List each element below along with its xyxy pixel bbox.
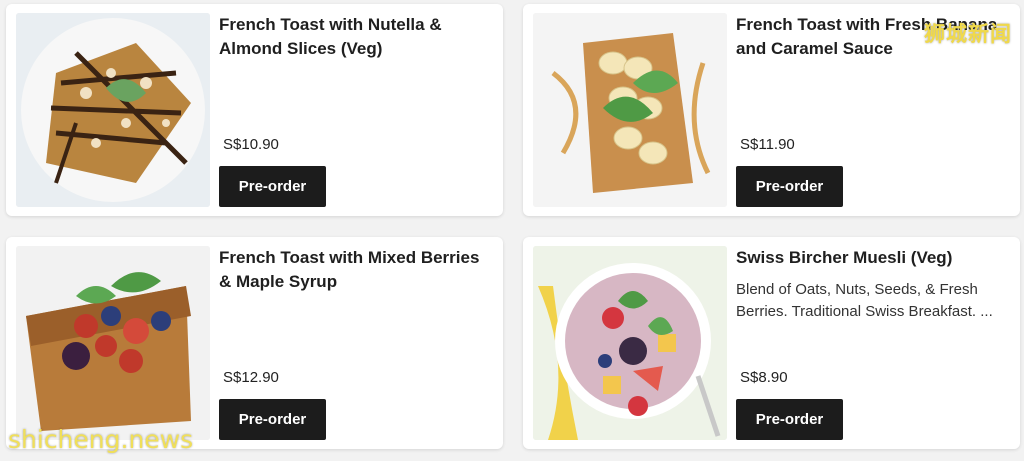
menu-card-nutella-toast[interactable]: French Toast with Nutella & Almond Slice…	[6, 4, 503, 216]
dish-title[interactable]: French Toast with Nutella & Almond Slice…	[219, 13, 493, 61]
pre-order-button[interactable]: Pre-order	[219, 399, 326, 440]
menu-card-berries-toast[interactable]: French Toast with Mixed Berries & Maple …	[6, 237, 503, 449]
dish-image[interactable]	[16, 13, 210, 207]
dish-image[interactable]	[533, 13, 727, 207]
menu-card-bircher-muesli[interactable]: Swiss Bircher Muesli (Veg) Blend of Oats…	[523, 237, 1020, 449]
dish-price: S$11.90	[740, 136, 795, 153]
dish-description: Blend of Oats, Nuts, Seeds, & Fresh Berr…	[736, 281, 993, 320]
dish-price: S$8.90	[740, 369, 788, 386]
banana-toast-photo	[533, 13, 727, 207]
pre-order-button[interactable]: Pre-order	[736, 166, 843, 207]
dish-price: S$12.90	[223, 369, 279, 386]
nutella-toast-photo	[16, 13, 210, 207]
dish-title[interactable]: Swiss Bircher Muesli (Veg)	[736, 246, 1010, 270]
watermark-site: shicheng.news	[8, 425, 194, 454]
berries-toast-photo	[16, 246, 210, 440]
dish-image[interactable]	[16, 246, 210, 440]
dish-price: S$10.90	[223, 136, 279, 153]
muesli-bowl-photo	[533, 246, 727, 440]
dish-image[interactable]	[533, 246, 727, 440]
pre-order-button[interactable]: Pre-order	[736, 399, 843, 440]
watermark-chinese: 狮城新闻	[924, 22, 1012, 46]
pre-order-button[interactable]: Pre-order	[219, 166, 326, 207]
dish-title[interactable]: French Toast with Mixed Berries & Maple …	[219, 246, 493, 294]
menu-grid: French Toast with Nutella & Almond Slice…	[6, 4, 1020, 456]
